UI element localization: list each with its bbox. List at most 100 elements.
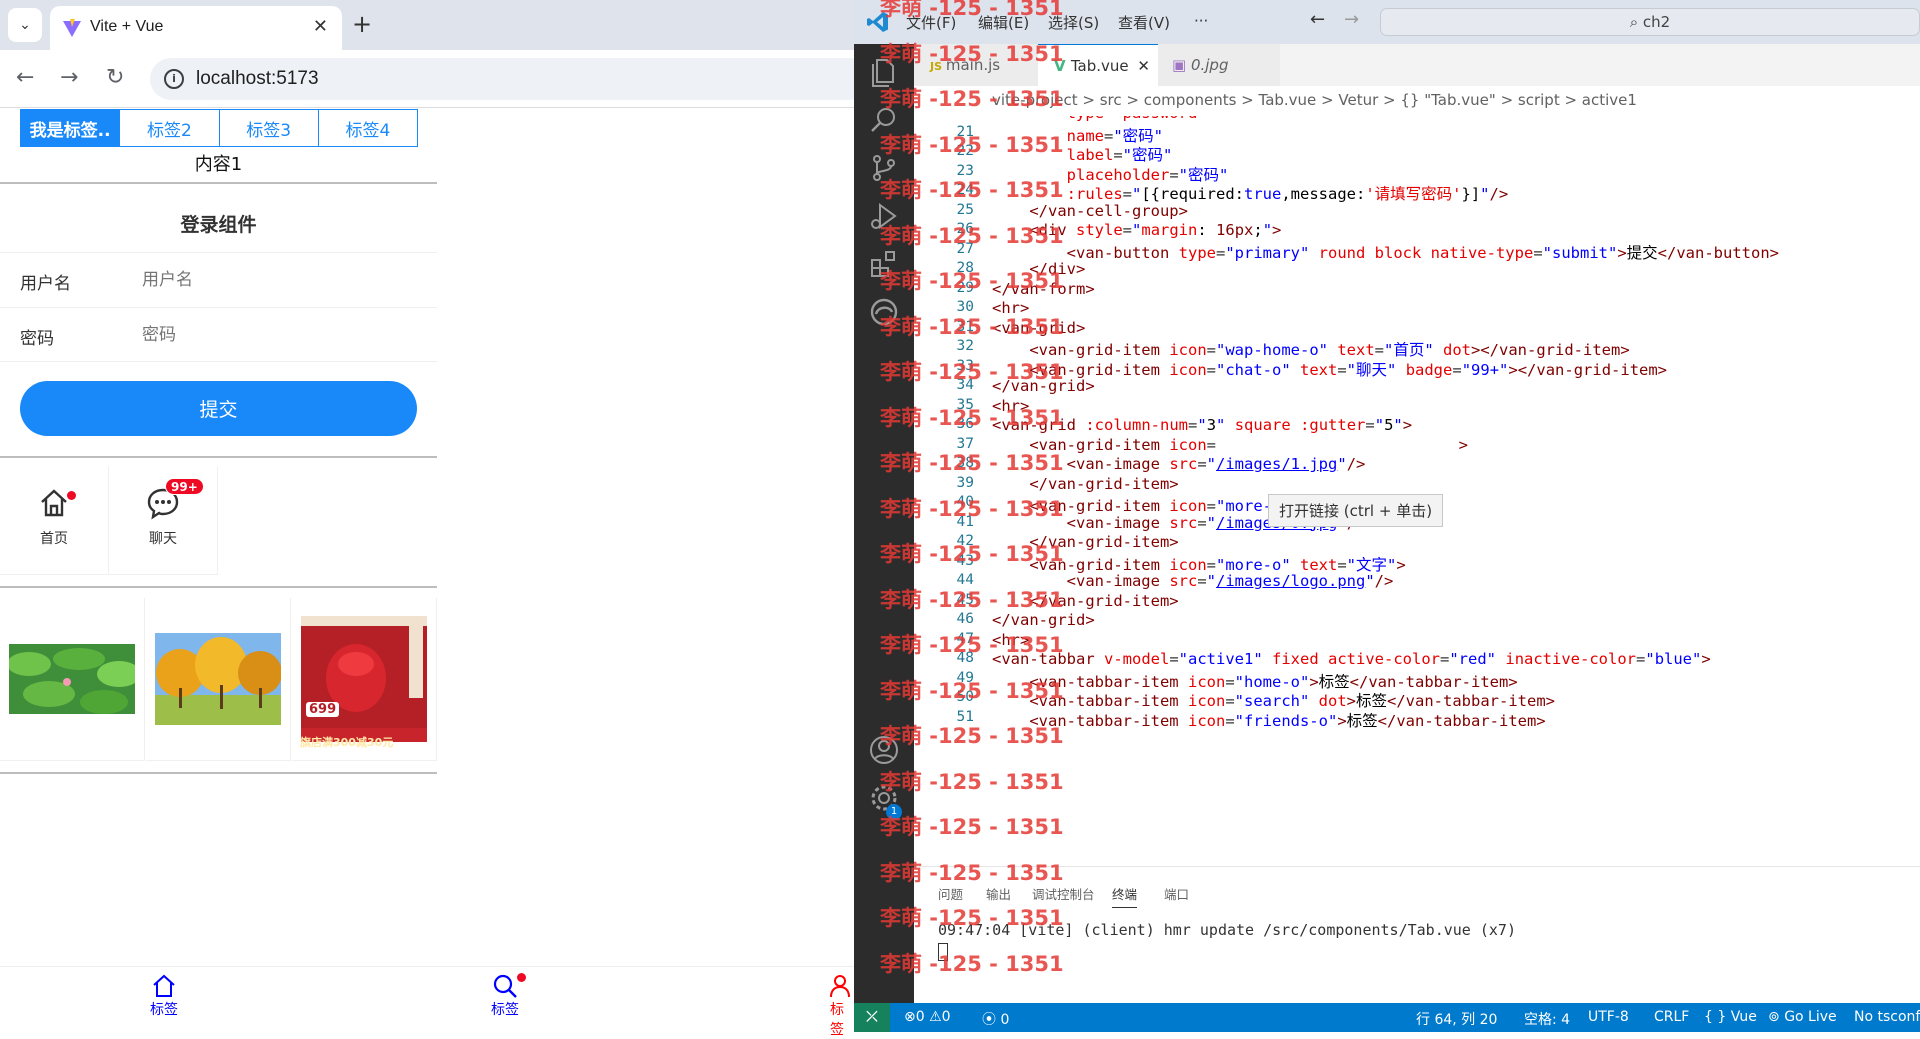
problems-status[interactable]: ⊗0 ⚠0 xyxy=(904,1009,951,1025)
home-icon xyxy=(153,974,175,997)
username-label: 用户名 xyxy=(20,274,71,294)
watermark-text: 李萌 -125 - 1351 xyxy=(880,87,1064,111)
watermark-text: 李萌 -125 - 1351 xyxy=(880,724,1064,748)
tab-2[interactable]: 标签2 xyxy=(120,110,220,146)
url-field[interactable]: i localhost:5173 xyxy=(150,58,870,100)
code-text: </van-cell-group> xyxy=(1029,201,1188,220)
image-grid-item[interactable] xyxy=(146,598,291,761)
code-editor[interactable]: 20 type="password"21 name="密码"22 label="… xyxy=(914,116,1920,866)
back-arrow-icon[interactable]: ← xyxy=(16,64,34,92)
login-title: 登录组件 xyxy=(180,214,257,236)
panel-tab-output[interactable]: 输出 xyxy=(986,884,1011,903)
error-count: 0 xyxy=(915,1009,925,1025)
code-text: </van-grid-item> xyxy=(1029,474,1179,493)
close-icon[interactable]: ✕ xyxy=(313,16,328,37)
watermark-text: 李萌 -125 - 1351 xyxy=(880,496,1064,521)
username-input[interactable] xyxy=(142,267,412,293)
unread-badge: 99+ xyxy=(165,478,204,495)
ports-status[interactable]: ⦿ 0 xyxy=(982,1009,1009,1029)
earbuds-ad-image xyxy=(301,616,427,742)
tabbar-item-home[interactable]: 标签 xyxy=(150,973,178,1019)
panel-tab-terminal[interactable]: 终端 xyxy=(1112,884,1138,908)
browser-tab-active[interactable]: Vite + Vue ✕ xyxy=(50,6,342,50)
new-tab-button[interactable]: + xyxy=(352,10,372,38)
bottom-tabbar: 标签 标签 标签 xyxy=(0,966,854,1038)
image-grid-item[interactable] xyxy=(0,598,145,761)
panel-tab-ports[interactable]: 端口 xyxy=(1164,884,1189,903)
broadcast-icon: ⦿ xyxy=(982,1012,1001,1028)
search-icon xyxy=(493,974,517,998)
watermark-text: 李萌 -125 - 1351 xyxy=(880,542,1064,566)
back-arrow-icon[interactable]: ← xyxy=(1310,9,1325,30)
watermark-text: 李萌 -125 - 1351 xyxy=(880,269,1064,293)
notification-dot xyxy=(517,973,526,982)
password-label: 密码 xyxy=(20,329,54,349)
url-text: localhost:5173 xyxy=(196,68,319,89)
tabbar-label: 标签 xyxy=(150,1002,178,1018)
watermark-text: 李萌 -125 - 1351 xyxy=(880,951,1064,976)
grid-label: 聊天 xyxy=(149,531,177,547)
menu-view[interactable]: 查看(V) xyxy=(1118,12,1170,33)
tab-1[interactable]: 我是标签.. xyxy=(21,110,121,146)
watermark-text: 李萌 -125 - 1351 xyxy=(880,41,1064,66)
panel-tab-debug-console[interactable]: 调试控制台 xyxy=(1032,884,1095,903)
watermark-text: 李萌 -125 - 1351 xyxy=(880,678,1064,703)
indentation[interactable]: 空格: 4 xyxy=(1524,1009,1570,1029)
divider xyxy=(0,586,437,588)
site-info-icon[interactable]: i xyxy=(164,69,184,89)
web-page: 我是标签.. 标签2 标签3 标签4 内容1 登录组件 用户名 密码 提交 首页… xyxy=(0,108,854,1038)
watermark-text: 李萌 -125 - 1351 xyxy=(880,451,1064,475)
close-icon[interactable]: ✕ xyxy=(1137,57,1150,75)
grid-item-home[interactable]: 首页 xyxy=(0,466,109,575)
error-icon: ⊗ xyxy=(904,1009,916,1025)
cursor-position[interactable]: 行 64, 列 20 xyxy=(1416,1009,1497,1029)
bottom-panel: 问题 输出 调试控制台 终端 端口 09:47:04 [vite] (clien… xyxy=(914,866,1920,1003)
watermark-text: 李萌 -125 - 1351 xyxy=(880,633,1064,657)
address-bar: ← → ↻ i localhost:5173 xyxy=(0,50,870,108)
panel-tab-problems[interactable]: 问题 xyxy=(938,884,963,903)
divider xyxy=(0,456,437,458)
code-text: <van-button type="primary" round block n… xyxy=(1066,243,1779,262)
forward-arrow-icon[interactable]: → xyxy=(60,64,78,92)
submit-button[interactable]: 提交 xyxy=(20,381,417,436)
editor-tab-0-jpg[interactable]: ▣ 0.jpg xyxy=(1158,44,1280,86)
code-text: <van-tabbar-item icon="friends-o">标签</va… xyxy=(1029,711,1546,730)
breadcrumb[interactable]: vite-project > src > components > Tab.vu… xyxy=(914,86,1920,116)
grid-item-chat[interactable]: 99+ 聊天 xyxy=(109,466,218,575)
image-grid-item[interactable]: 699 旗店满300减30元 xyxy=(292,598,437,761)
watermark-text: 李萌 -125 - 1351 xyxy=(880,223,1064,248)
search-icon: ⌕ xyxy=(1629,13,1643,31)
watermark-text: 李萌 -125 - 1351 xyxy=(880,815,1064,839)
editor-tabs: JS main.js V Tab.vue ✕ ▣ 0.jpg xyxy=(914,44,1920,86)
price-tag: 699 xyxy=(306,702,340,717)
password-input[interactable] xyxy=(142,322,412,348)
watermark-text: 李萌 -125 - 1351 xyxy=(880,178,1064,202)
warning-count: 0 xyxy=(941,1009,951,1025)
forward-arrow-icon[interactable]: → xyxy=(1344,9,1359,30)
tab-search-button[interactable]: ⌄ xyxy=(8,8,42,42)
code-text: </van-grid> xyxy=(992,611,1095,629)
remote-icon[interactable]: ⤫ xyxy=(854,1003,890,1032)
reload-icon[interactable]: ↻ xyxy=(106,64,124,92)
language-mode[interactable]: { } Vue xyxy=(1704,1009,1757,1025)
tab-4[interactable]: 标签4 xyxy=(319,110,417,146)
broadcast-icon: ⊚ xyxy=(1768,1009,1785,1025)
tsconfig-status[interactable]: No tsconfi xyxy=(1854,1009,1920,1025)
tab-content: 内容1 xyxy=(194,154,243,175)
browser-window: ⌄ Vite + Vue ✕ + ← → ↻ i localhost:5173 … xyxy=(0,0,870,1038)
go-live-button[interactable]: ⊚ Go Live xyxy=(1768,1009,1837,1025)
watermark-text: 李萌 -125 - 1351 xyxy=(880,769,1064,794)
browser-tab-title: Vite + Vue xyxy=(90,18,164,35)
hover-tooltip: 打开链接 (ctrl + 单击) xyxy=(1268,494,1444,527)
image-file-icon: ▣ xyxy=(1172,56,1191,74)
command-center-search[interactable]: ⌕ ch2 xyxy=(1380,8,1920,36)
line-ending[interactable]: CRLF xyxy=(1654,1009,1689,1025)
menu-more[interactable]: ··· xyxy=(1194,12,1208,30)
code-text: type="password" xyxy=(992,116,1207,122)
warning-icon: ⚠ xyxy=(929,1009,942,1025)
tabbar-item-search[interactable]: 标签 xyxy=(491,973,526,1019)
tab-label: Tab.vue xyxy=(1070,57,1129,75)
encoding[interactable]: UTF-8 xyxy=(1588,1009,1629,1025)
tab-3[interactable]: 标签3 xyxy=(220,110,319,146)
tabbar-item-friends[interactable]: 标签 xyxy=(830,973,856,1039)
